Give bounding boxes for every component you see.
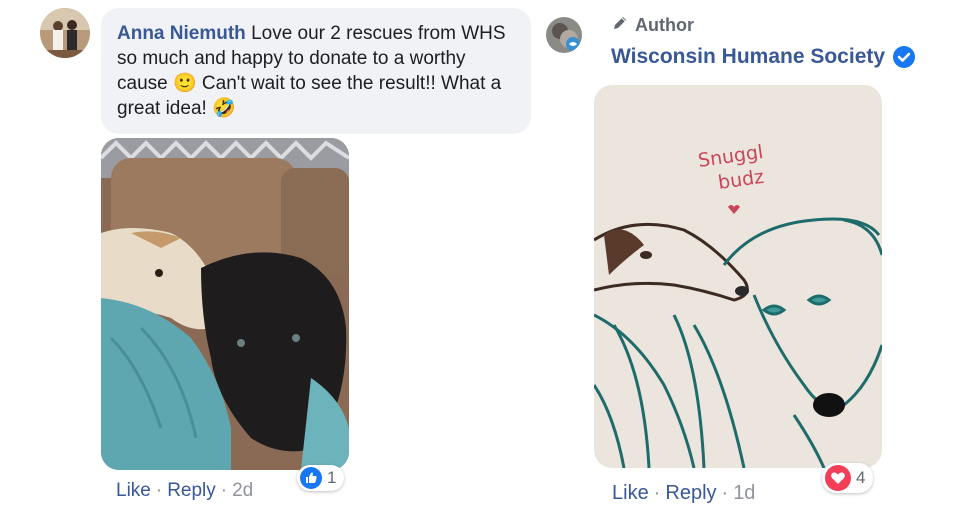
comment-timestamp[interactable]: 1d <box>733 482 755 504</box>
comment-bubble-anna: Anna Niemuth Love our 2 rescues from WHS… <box>101 8 531 134</box>
separator-dot: · <box>653 482 661 504</box>
author-badge-label: Author <box>635 15 694 35</box>
comment-timestamp[interactable]: 2d <box>232 480 253 501</box>
whs-avatar[interactable] <box>546 17 582 53</box>
author-badge: Author <box>611 14 694 37</box>
reply-link[interactable]: Reply <box>167 480 216 501</box>
like-link[interactable]: Like <box>116 480 151 501</box>
like-link[interactable]: Like <box>612 482 649 504</box>
reaction-count: 1 <box>327 468 337 487</box>
pencil-icon <box>611 14 629 37</box>
comment-actions-anna: Like · Reply · 2d <box>116 480 253 502</box>
reaction-count: 4 <box>856 468 866 487</box>
page-name[interactable]: Wisconsin Humane Society <box>611 45 916 69</box>
comment-author-name[interactable]: Anna Niemuth <box>117 23 246 44</box>
separator-dot: · <box>155 480 163 501</box>
anna-avatar[interactable] <box>40 8 90 58</box>
heart-icon <box>825 465 851 491</box>
separator-dot: · <box>220 480 228 501</box>
verified-badge-icon <box>893 46 916 68</box>
two-dogs-photo[interactable] <box>101 138 349 470</box>
reaction-count-badge[interactable]: 4 <box>822 463 874 493</box>
comment-actions-whs: Like · Reply · 1d <box>612 482 755 505</box>
dog-drawing-photo[interactable]: Snuggl budz <box>594 85 882 468</box>
reply-link[interactable]: Reply <box>665 482 716 504</box>
separator-dot: · <box>721 482 729 504</box>
page-name-text[interactable]: Wisconsin Humane Society <box>611 45 885 69</box>
thumbs-up-icon <box>300 467 322 489</box>
reaction-count-badge[interactable]: 1 <box>297 465 345 491</box>
